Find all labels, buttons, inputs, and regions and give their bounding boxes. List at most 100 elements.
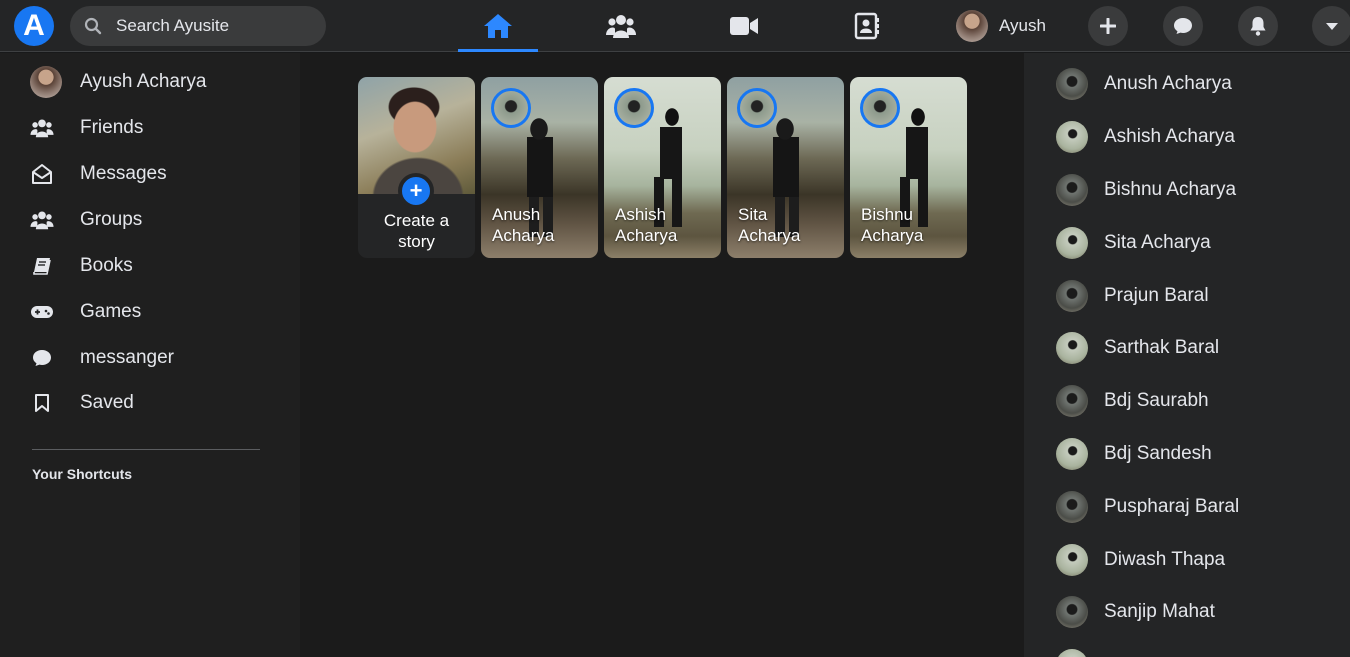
avatar	[1056, 596, 1088, 628]
sidebar-item-label: Friends	[80, 117, 144, 138]
contact-item[interactable]: Ashish Acharya	[1056, 119, 1336, 155]
bookmark-icon	[30, 391, 54, 415]
contact-item[interactable]: Anush Acharya	[1056, 66, 1336, 102]
contact-item[interactable]: Puspharaj Baral	[1056, 489, 1336, 525]
search-icon	[84, 17, 102, 35]
story-author: Sita Acharya	[738, 205, 801, 245]
story-avatar	[737, 88, 777, 128]
sidebar-item-groups[interactable]: Groups	[30, 202, 290, 238]
contact-item[interactable]: Prajun Baral	[1056, 278, 1336, 314]
profile-chip[interactable]: Ayush	[956, 8, 1046, 44]
notifications-button[interactable]	[1238, 6, 1278, 46]
contact-name: Sanjip Mahat	[1104, 601, 1215, 622]
shortcuts-heading: Your Shortcuts	[32, 466, 133, 482]
sidebar-item-label: Groups	[80, 209, 143, 230]
sidebar-item-label: Books	[80, 255, 133, 276]
avatar	[30, 66, 62, 98]
video-icon	[730, 17, 758, 35]
site-logo[interactable]: A	[14, 6, 54, 46]
contact-name: Diwash Thapa	[1104, 549, 1226, 570]
contact-item[interactable]: Bdj Sandesh	[1056, 436, 1336, 472]
messenger-button[interactable]	[1163, 6, 1203, 46]
create-button[interactable]	[1088, 6, 1128, 46]
search-input[interactable]	[116, 6, 316, 46]
contact-item[interactable]: Sarthak Baral	[1056, 330, 1336, 366]
avatar	[1056, 68, 1088, 100]
sidebar-item-label: Games	[80, 301, 142, 322]
home-icon	[484, 14, 512, 38]
avatar	[1056, 174, 1088, 206]
story-author: Bishnu Acharya	[861, 205, 924, 245]
contact-item[interactable]: Sanjip Mahat	[1056, 594, 1336, 630]
account-menu-button[interactable]	[1312, 6, 1350, 46]
plus-icon[interactable]: +	[398, 173, 434, 209]
story-avatar	[860, 88, 900, 128]
avatar	[1056, 438, 1088, 470]
sidebar-item-friends[interactable]: Friends	[30, 110, 290, 146]
avatar	[1056, 385, 1088, 417]
plus-icon	[1100, 18, 1116, 34]
nav-tab-watch[interactable]	[704, 0, 784, 52]
people-icon	[606, 15, 636, 38]
story-author: Ashish Acharya	[615, 205, 678, 245]
sidebar-item-messanger[interactable]: messanger	[30, 340, 290, 376]
sidebar-item-saved[interactable]: Saved	[30, 385, 290, 421]
contact-name: Bishnu Acharya	[1104, 179, 1237, 200]
contact-name: Anush Acharya	[1104, 73, 1232, 94]
avatar	[1056, 121, 1088, 153]
story-avatar	[614, 88, 654, 128]
gamepad-icon	[30, 300, 54, 324]
people-icon	[30, 116, 54, 140]
chat-icon	[1174, 18, 1192, 34]
people-icon	[30, 208, 54, 232]
avatar	[1056, 227, 1088, 259]
search-box[interactable]	[70, 6, 326, 46]
profile-name: Ayush	[999, 16, 1046, 35]
chat-icon	[30, 346, 54, 370]
contacts-icon	[854, 12, 879, 40]
contacts-sidebar: Anush Acharya Ashish Acharya Bishnu Acha…	[1024, 53, 1350, 657]
avatar	[1056, 332, 1088, 364]
top-navbar: A Ayush	[0, 0, 1350, 52]
avatar	[1056, 491, 1088, 523]
left-sidebar: Ayush Acharya Friends Messages Groups Bo…	[0, 53, 300, 657]
sidebar-item-profile[interactable]: Ayush Acharya	[30, 64, 290, 100]
sidebar-item-games[interactable]: Games	[30, 294, 290, 330]
avatar	[956, 10, 988, 42]
create-story-card[interactable]: + Create a story	[358, 77, 475, 258]
create-story-label: Create a story	[383, 211, 450, 251]
story-card[interactable]: Anush Acharya	[481, 77, 598, 258]
contact-item[interactable]: Bishnu Acharya	[1056, 172, 1336, 208]
nav-tab-friends[interactable]	[581, 0, 661, 52]
contact-item[interactable]: Sita Acharya	[1056, 225, 1336, 261]
sidebar-item-label: Saved	[80, 392, 134, 413]
sidebar-item-messages[interactable]: Messages	[30, 156, 290, 192]
contact-name: Sita Acharya	[1104, 232, 1211, 253]
main-feed: + Create a story Anush Acharya Ashish Ac…	[300, 53, 1024, 657]
story-card[interactable]: Sita Acharya	[727, 77, 844, 258]
story-card[interactable]: Ashish Acharya	[604, 77, 721, 258]
nav-tab-home[interactable]	[458, 0, 538, 52]
contact-name: Sarthak Baral	[1104, 337, 1220, 358]
contact-name: Bdj Sandesh	[1104, 443, 1212, 464]
avatar	[1056, 280, 1088, 312]
story-card[interactable]: Bishnu Acharya	[850, 77, 967, 258]
nav-tab-contacts[interactable]	[827, 0, 907, 52]
bell-icon	[1250, 17, 1266, 36]
avatar	[1056, 544, 1088, 576]
book-icon	[30, 254, 54, 278]
contact-name: Puspharaj Baral	[1104, 496, 1240, 517]
sidebar-item-label: Messages	[80, 163, 167, 184]
sidebar-item-books[interactable]: Books	[30, 248, 290, 284]
contact-item[interactable]	[1056, 647, 1336, 657]
story-avatar	[491, 88, 531, 128]
contact-name: Bdj Saurabh	[1104, 390, 1209, 411]
contact-item[interactable]: Bdj Saurabh	[1056, 383, 1336, 419]
contact-item[interactable]: Diwash Thapa	[1056, 542, 1336, 578]
caret-down-icon	[1326, 23, 1338, 30]
contact-name: Prajun Baral	[1104, 285, 1209, 306]
envelope-open-icon	[30, 162, 54, 186]
sidebar-divider	[32, 449, 260, 450]
story-author: Anush Acharya	[492, 205, 555, 245]
sidebar-item-label: Ayush Acharya	[80, 71, 207, 92]
